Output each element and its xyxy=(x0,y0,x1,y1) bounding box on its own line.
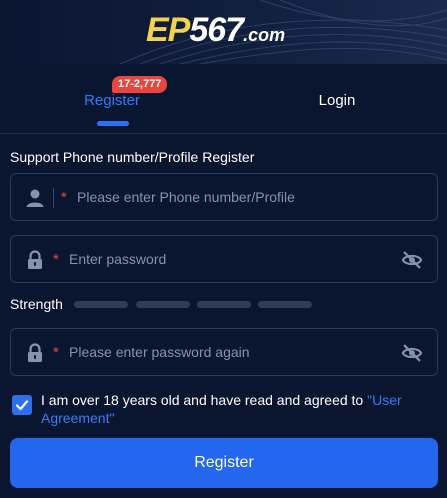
logo-number: 567 xyxy=(189,11,244,49)
auth-tabs: 17-2,777 Register Login xyxy=(0,64,447,134)
strength-bar-1 xyxy=(74,301,128,308)
strength-label: Strength xyxy=(10,296,63,312)
required-mark: * xyxy=(61,189,67,206)
required-mark: * xyxy=(53,251,59,268)
logo-domain: .com xyxy=(243,25,286,45)
lock-icon xyxy=(23,341,47,365)
tab-register[interactable]: Register xyxy=(62,92,162,109)
required-mark: * xyxy=(53,344,59,361)
section-label: Support Phone number/Profile Register xyxy=(10,149,255,165)
strength-bar-3 xyxy=(197,301,251,308)
password-input[interactable] xyxy=(69,236,389,282)
phone-input[interactable] xyxy=(77,174,427,220)
eye-off-icon[interactable] xyxy=(401,342,423,364)
header-banner: EP567.com xyxy=(0,0,447,64)
field-separator xyxy=(53,188,54,208)
eye-off-icon[interactable] xyxy=(401,249,423,271)
register-button[interactable]: Register xyxy=(10,438,438,488)
logo-ep: EP xyxy=(146,11,190,49)
brand-logo: EP567.com xyxy=(146,10,285,50)
confirm-password-input[interactable] xyxy=(69,329,389,375)
active-tab-indicator xyxy=(97,121,129,126)
strength-bar-4 xyxy=(258,301,312,308)
agreement-text: I am over 18 years old and have read and… xyxy=(41,391,436,427)
tab-login[interactable]: Login xyxy=(287,92,387,109)
check-icon xyxy=(15,400,29,411)
strength-bar-2 xyxy=(136,301,190,308)
lock-icon xyxy=(23,248,47,272)
password-field: * xyxy=(10,235,438,283)
agreement-checkbox[interactable] xyxy=(12,395,32,415)
confirm-password-field: * xyxy=(10,328,438,376)
user-icon xyxy=(23,186,47,210)
agreement-statement: I am over 18 years old and have read and… xyxy=(41,392,368,408)
phone-field: * xyxy=(10,173,438,221)
promo-badge: 17-2,777 xyxy=(112,76,168,93)
